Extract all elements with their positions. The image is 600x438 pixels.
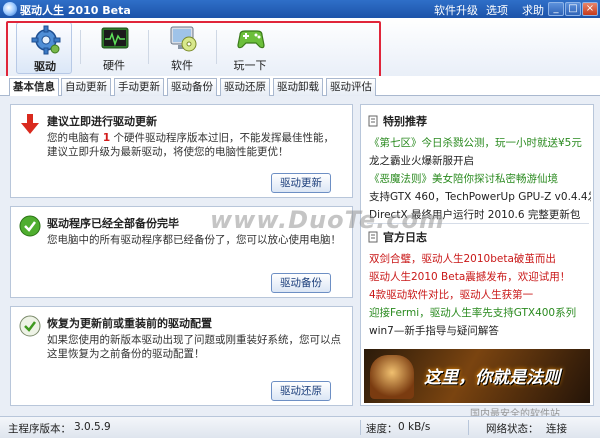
update-panel-title: 建议立即进行驱动更新 [47, 115, 157, 128]
tab-manual-update[interactable]: 手动更新 [114, 78, 164, 96]
menu-software-upgrade[interactable]: 软件升级 [434, 2, 478, 18]
main-toolbar: 驱动 硬件 软件 玩一下 [0, 18, 600, 76]
red-arrow-down-icon [21, 114, 39, 134]
restore-check-icon [19, 315, 41, 337]
toolbar-games-button[interactable]: 玩一下 [222, 22, 278, 74]
recommend-title: 特别推荐 [383, 115, 427, 128]
menu-options[interactable]: 选项 [486, 2, 508, 18]
news-link[interactable]: 驱动人生2010 Beta震撼发布，欢迎试用！ [369, 269, 591, 284]
green-check-icon [19, 215, 41, 237]
driver-backup-button[interactable]: 驱动备份 [271, 273, 331, 293]
update-panel: 建议立即进行驱动更新 您的电脑有 1 个硬件驱动程序版本过旧，不能发挥最佳性能，… [10, 104, 353, 198]
recommend-header: 特别推荐 [367, 113, 427, 129]
gamepad-icon [237, 30, 265, 49]
monitor-pulse-icon [101, 27, 129, 49]
toolbar-software-button[interactable]: 软件 [154, 22, 210, 74]
recommend-link[interactable]: 支持GTX 460，TechPowerUp GPU-Z v0.4.4发布 [369, 189, 591, 204]
toolbar-driver-button[interactable]: 驱动 [16, 22, 72, 74]
recommend-link[interactable]: 《恶魔法则》美女陪你探讨私密畅游仙境 [369, 171, 591, 186]
window-title: 驱动人生 2010 Beta [20, 4, 131, 17]
gear-icon [31, 25, 61, 55]
watermark: www.DuoTe.com [210, 206, 445, 234]
toolbar-divider [216, 30, 217, 64]
update-text-before: 您的电脑有 [47, 132, 100, 144]
tab-driver-restore[interactable]: 驱动还原 [220, 78, 270, 96]
close-button[interactable]: × [582, 2, 598, 16]
tab-driver-evaluate[interactable]: 驱动评估 [326, 78, 376, 96]
title-bar: 驱动人生 2010 Beta 软件升级 选项 求助 _ □ × [0, 0, 600, 18]
backup-panel-title: 驱动程序已经全部备份完毕 [47, 217, 179, 230]
maximize-button[interactable]: □ [565, 2, 581, 16]
banner-text: 这里，你就是法则 [424, 368, 560, 388]
news-link[interactable]: 迎接Fermi，驱动人生率先支持GTX400系列 [369, 305, 591, 320]
document-icon [368, 115, 378, 127]
toolbar-divider [80, 30, 81, 64]
driver-restore-button[interactable]: 驱动还原 [271, 381, 331, 401]
toolbar-driver-label: 驱动 [34, 60, 56, 73]
restore-panel-title: 恢复为更新前或重装前的驱动配置 [47, 317, 212, 330]
toolbar-games-label: 玩一下 [233, 59, 267, 72]
ad-banner[interactable]: 这里，你就是法则 [364, 349, 590, 403]
news-link[interactable]: 4款驱动软件对比，驱动人生获第一 [369, 287, 591, 302]
version-label: 主程序版本： [8, 423, 71, 435]
toolbar-software-label: 软件 [171, 59, 193, 72]
restore-panel-text: 如果您使用的新版本驱动出现了问题或刚重装好系统，您可以点这里恢复为之前备份的驱动… [47, 334, 341, 360]
outdated-driver-count: 1 [102, 132, 111, 144]
app-logo-icon [3, 2, 17, 16]
toolbar-divider [148, 30, 149, 64]
network-label: 网络状态： [486, 423, 539, 435]
tab-driver-backup[interactable]: 驱动备份 [167, 78, 217, 96]
news-link[interactable]: win7—新手指导与疑问解答 [369, 323, 591, 338]
toolbar-hardware-label: 硬件 [103, 59, 125, 72]
update-panel-text: 您的电脑有 1 个硬件驱动程序版本过旧，不能发挥最佳性能，建议立即升级为最新驱动… [47, 131, 343, 159]
driver-update-button[interactable]: 驱动更新 [271, 173, 331, 193]
news-link[interactable]: 双剑合璧，驱动人生2010beta破茧而出 [369, 251, 591, 266]
version-value: 3.0.5.9 [74, 421, 111, 433]
speed-label: 速度： [366, 423, 398, 435]
minimize-button[interactable]: _ [548, 2, 564, 16]
status-bar: 主程序版本： 3.0.5.9 速度： 0 kB/s 网络状态： 连接 [0, 416, 600, 438]
toolbar-hardware-button[interactable]: 硬件 [86, 22, 142, 74]
recommend-link[interactable]: 龙之霸业火爆新服开启 [369, 153, 591, 168]
sidebar-news: 特别推荐 《第七区》今日杀戮公测，玩一小时就送¥5元 龙之霸业火爆新服开启 《恶… [360, 104, 594, 406]
recommend-link[interactable]: 《第七区》今日杀戮公测，玩一小时就送¥5元 [369, 135, 591, 150]
menu-help[interactable]: 求助 [522, 2, 544, 18]
tab-driver-uninstall[interactable]: 驱动卸载 [273, 78, 323, 96]
tab-auto-update[interactable]: 自动更新 [61, 78, 111, 96]
disc-icon [170, 26, 197, 52]
network-value: 连接 [546, 423, 567, 435]
tab-bar: 基本信息 自动更新 手动更新 驱动备份 驱动还原 驱动卸载 驱动评估 [0, 76, 600, 97]
status-divider [360, 420, 361, 435]
backup-panel-text: 您电脑中的所有驱动程序都已经备份了，您可以放心使用电脑！ [47, 234, 341, 246]
restore-panel: 恢复为更新前或重装前的驱动配置 如果您使用的新版本驱动出现了问题或刚重装好系统，… [10, 306, 353, 406]
status-divider [468, 420, 469, 435]
tab-basic-info[interactable]: 基本信息 [9, 78, 59, 97]
speed-value: 0 kB/s [398, 421, 431, 433]
banner-character-image [370, 355, 414, 399]
